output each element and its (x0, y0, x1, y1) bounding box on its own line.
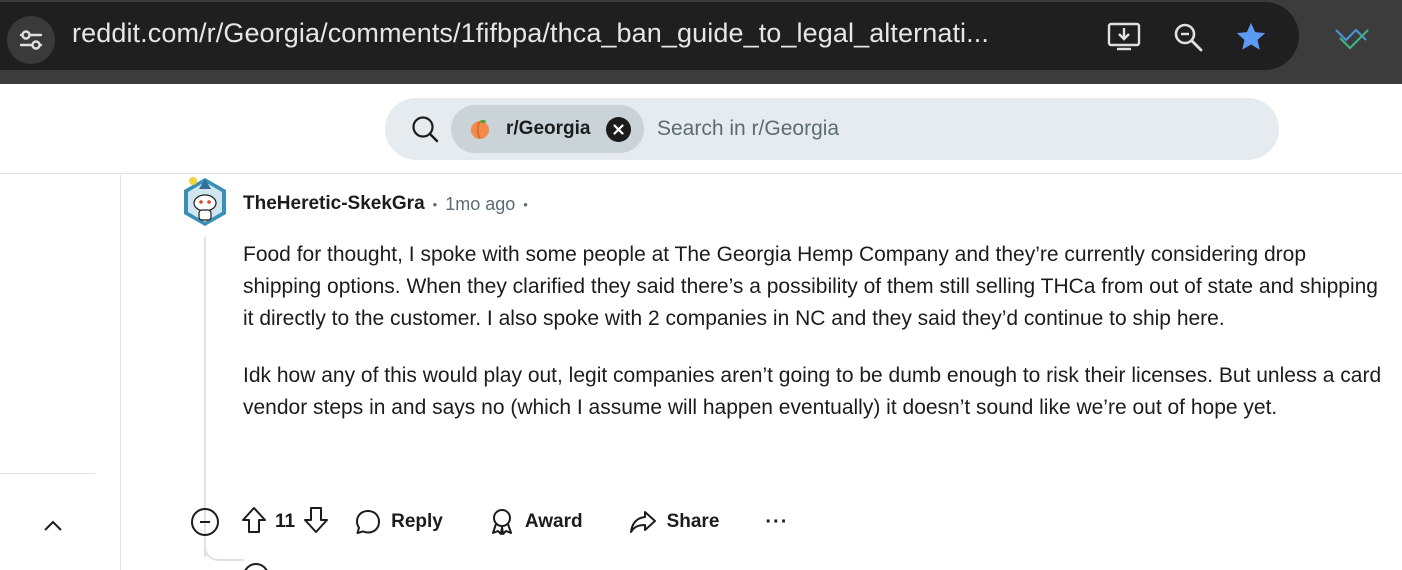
sidebar-divider (0, 473, 95, 474)
address-bar[interactable]: reddit.com/r/Georgia/comments/1fifbpa/th… (0, 2, 1299, 70)
left-sidebar (0, 175, 121, 570)
more-options-button[interactable]: ··· (765, 511, 788, 534)
avatar[interactable] (181, 175, 229, 229)
page-header: r/Georgia Search in r/Georgia (0, 84, 1402, 174)
search-input[interactable]: Search in r/Georgia (657, 117, 839, 141)
search-icon (411, 115, 439, 143)
comment: TheHeretic-SkekGra • 1mo ago • Food for … (121, 175, 1402, 570)
share-button[interactable]: Share (629, 509, 720, 535)
zoom-icon[interactable] (1168, 17, 1208, 57)
award-icon (491, 509, 512, 535)
comment-paragraph: Idk how any of this would play out, legi… (243, 364, 1382, 419)
meta-separator: • (523, 196, 528, 212)
reply-avatar[interactable] (243, 563, 269, 570)
reply-label: Reply (391, 511, 443, 532)
downvote-icon[interactable] (303, 506, 329, 539)
url-text[interactable]: reddit.com/r/Georgia/comments/1fifbpa/th… (72, 18, 989, 49)
award-button[interactable]: Award (489, 508, 583, 536)
install-app-icon[interactable] (1104, 17, 1144, 57)
browser-toolbar: reddit.com/r/Georgia/comments/1fifbpa/th… (0, 0, 1402, 84)
upvote-icon[interactable] (241, 506, 267, 539)
comment-bubble-icon (356, 510, 381, 534)
meta-separator: • (432, 196, 438, 212)
collapse-thread-button[interactable] (191, 508, 219, 536)
share-icon (629, 511, 656, 533)
extension-icon[interactable] (1334, 20, 1370, 56)
reply-button[interactable]: Reply (355, 509, 443, 535)
comment-paragraph: Food for thought, I spoke with some peop… (243, 243, 1378, 330)
chevron-up-icon[interactable] (38, 511, 68, 541)
site-info-icon[interactable] (7, 16, 55, 64)
vote-score: 11 (275, 511, 296, 532)
share-label: Share (666, 511, 720, 532)
comment-actions: 11 Reply Award Share ··· (191, 502, 788, 542)
subreddit-chip-label: r/Georgia (506, 118, 591, 139)
comment-body: Food for thought, I spoke with some peop… (243, 239, 1383, 449)
award-label: Award (524, 511, 583, 532)
bookmark-star-icon[interactable] (1231, 17, 1271, 57)
vote-group: 11 (241, 506, 329, 539)
search-bar[interactable]: r/Georgia Search in r/Georgia (385, 98, 1279, 160)
peach-icon (469, 118, 491, 140)
subreddit-filter-chip[interactable]: r/Georgia (451, 105, 644, 153)
close-icon[interactable] (606, 117, 631, 142)
comment-author[interactable]: TheHeretic-SkekGra (243, 193, 425, 215)
comment-meta: TheHeretic-SkekGra • 1mo ago • (243, 193, 528, 215)
comment-timestamp[interactable]: 1mo ago (445, 194, 515, 215)
